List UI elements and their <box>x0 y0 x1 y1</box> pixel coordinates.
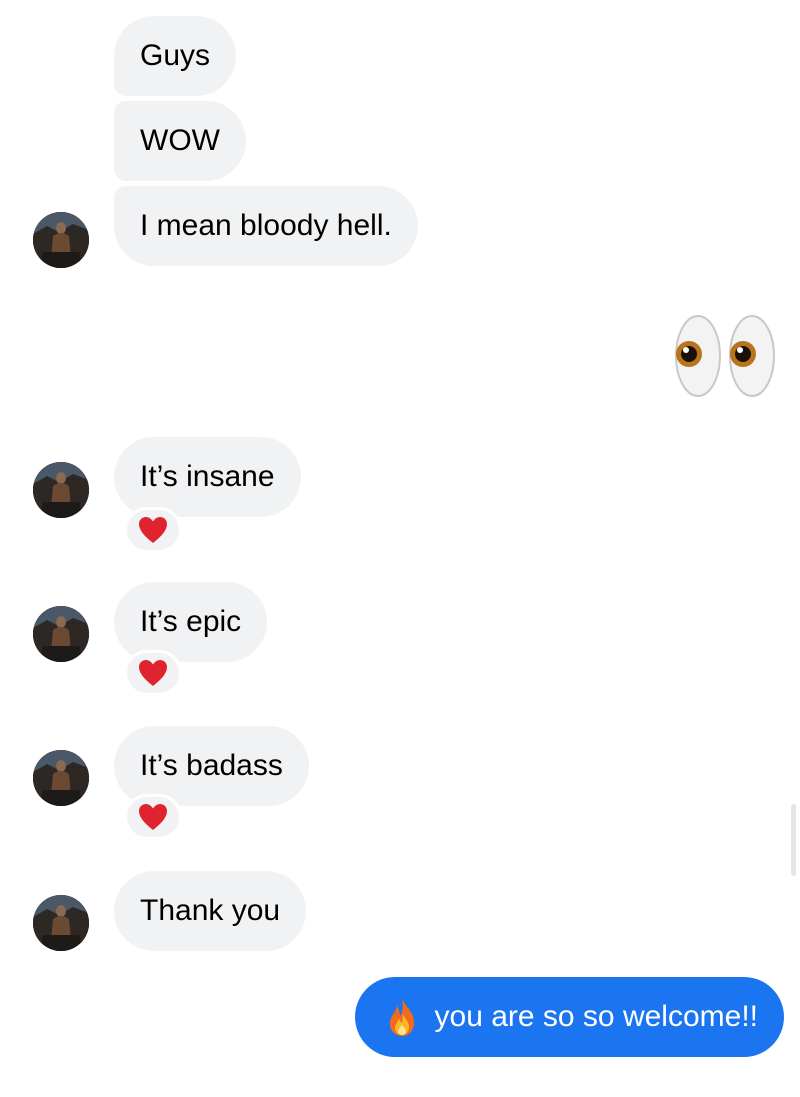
message-text: Guys <box>140 39 211 72</box>
message-text: It’s epic <box>140 605 242 638</box>
scrollbar[interactable] <box>791 804 796 876</box>
reaction-badge[interactable] <box>124 507 182 553</box>
contact-avatar[interactable] <box>33 212 89 268</box>
reaction-badge[interactable] <box>124 650 182 696</box>
message-text: WOW <box>140 124 220 157</box>
message-bubble[interactable]: It’s insane <box>114 437 301 517</box>
red-heart-icon <box>139 517 167 543</box>
message-text: It’s insane <box>140 460 275 493</box>
contact-avatar[interactable] <box>33 895 89 951</box>
message-bubble[interactable]: WOW <box>114 101 246 181</box>
message-bubble[interactable]: Thank you <box>114 871 307 951</box>
message-bubble[interactable]: It’s epic <box>114 582 268 662</box>
contact-avatar[interactable] <box>33 750 89 806</box>
message-text: I mean bloody hell. <box>140 209 392 242</box>
message-text: It’s badass <box>140 749 283 782</box>
message-bubble[interactable]: Guys <box>114 16 237 96</box>
message-text: you are so so welcome!! <box>434 1000 758 1033</box>
reaction-badge[interactable] <box>124 794 182 840</box>
message-bubble[interactable]: I mean bloody hell. <box>114 186 418 266</box>
sent-message-bubble[interactable]: you are so so welcome!! <box>354 977 784 1057</box>
contact-avatar[interactable] <box>33 462 89 518</box>
contact-avatar[interactable] <box>33 606 89 662</box>
eyes-icon[interactable] <box>674 314 778 398</box>
message-text: Thank you <box>140 894 281 927</box>
fire-icon <box>389 998 414 1036</box>
red-heart-icon <box>139 804 167 830</box>
red-heart-icon <box>139 660 167 686</box>
